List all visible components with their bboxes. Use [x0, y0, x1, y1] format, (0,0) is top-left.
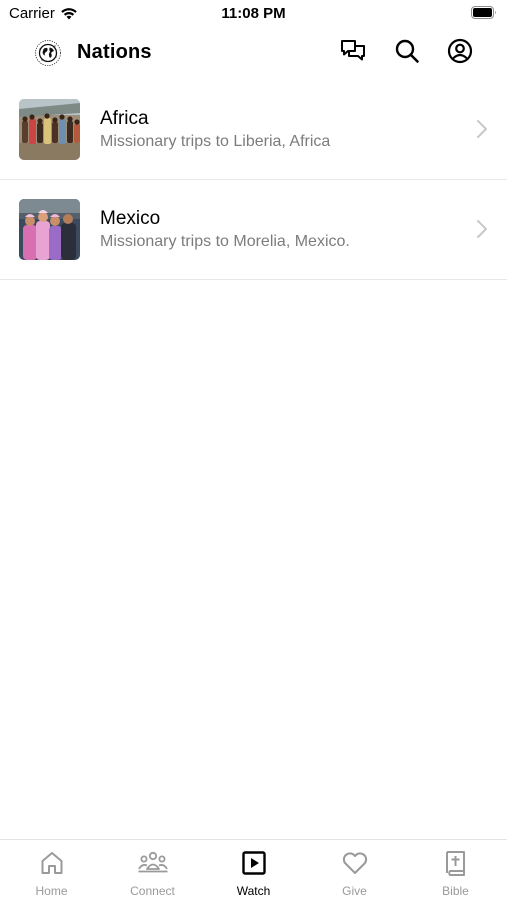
profile-button[interactable]	[445, 38, 475, 68]
africa-thumbnail	[19, 99, 80, 160]
page-title: Nations	[77, 41, 152, 63]
tab-label: Bible	[442, 884, 469, 898]
battery-icon	[471, 6, 497, 19]
list-item-title: Mexico	[100, 208, 161, 229]
tab-give[interactable]: Give	[304, 840, 405, 900]
play-icon	[203, 849, 304, 877]
status-bar: Carrier 11:08 PM	[0, 0, 507, 28]
home-icon	[1, 849, 102, 877]
list-item-subtitle: Missionary trips to Liberia, Africa	[100, 133, 331, 150]
app-header: Nations	[0, 28, 507, 78]
status-time: 11:08 PM	[221, 5, 286, 22]
tab-label: Give	[342, 884, 367, 898]
chevron-right-icon	[475, 118, 489, 140]
list-item-subtitle: Missionary trips to Morelia, Mexico.	[100, 233, 350, 250]
people-icon	[102, 849, 203, 877]
screen: Carrier 11:08 PM Nations Africa Missiona…	[0, 0, 507, 900]
tab-connect[interactable]: Connect	[102, 840, 203, 900]
tab-watch[interactable]: Watch	[203, 840, 304, 900]
search-icon	[394, 38, 420, 69]
list-item-mexico[interactable]: Mexico Missionary trips to Morelia, Mexi…	[0, 180, 507, 280]
tab-home[interactable]: Home	[1, 840, 102, 900]
tab-bible[interactable]: Bible	[405, 840, 506, 900]
bible-icon	[405, 849, 506, 877]
list-item-title: Africa	[100, 108, 149, 129]
nations-list: Africa Missionary trips to Liberia, Afri…	[0, 80, 507, 280]
tab-label: Home	[35, 884, 68, 898]
tab-bar: Home Connect Watch Give Bible	[0, 839, 507, 900]
mexico-thumbnail	[19, 199, 80, 260]
chat-icon	[340, 39, 366, 68]
tab-label: Connect	[130, 884, 175, 898]
chat-button[interactable]	[338, 38, 368, 68]
heart-icon	[304, 849, 405, 877]
list-item-africa[interactable]: Africa Missionary trips to Liberia, Afri…	[0, 80, 507, 180]
tab-label: Watch	[236, 884, 271, 898]
globe-logo-icon	[34, 39, 62, 67]
search-button[interactable]	[392, 38, 422, 68]
profile-icon	[447, 38, 473, 69]
chevron-right-icon	[475, 218, 489, 240]
